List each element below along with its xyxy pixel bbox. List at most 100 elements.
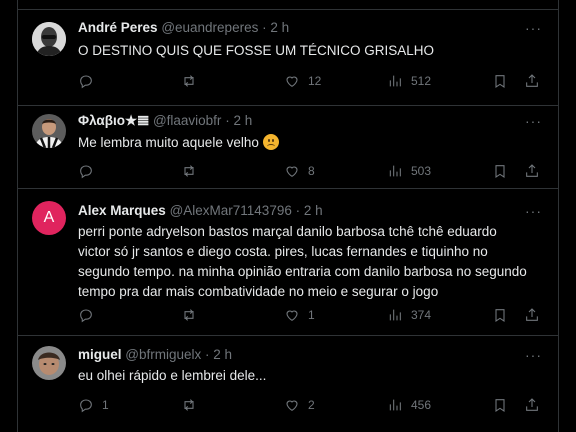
views-icon: [387, 163, 403, 179]
share-button[interactable]: [524, 162, 540, 180]
post-text: eu olhei rápido e lembrei dele...: [78, 368, 267, 383]
bookmark-icon: [492, 163, 508, 179]
post-actions: 1 2 456: [78, 396, 544, 414]
post-header: miguel @bfrmiguelx · 2 h ···: [78, 347, 550, 365]
heart-icon: [284, 73, 300, 89]
post-actions: 8 503: [78, 162, 544, 180]
repost-button[interactable]: [181, 306, 205, 324]
reply-icon: [78, 73, 94, 89]
repost-icon: [181, 397, 197, 413]
reply-button[interactable]: [78, 72, 102, 90]
like-count: 2: [308, 398, 315, 412]
bookmark-icon: [492, 397, 508, 413]
bookmark-icon: [492, 307, 508, 323]
separator-dot: ·: [205, 347, 210, 362]
author-handle[interactable]: @bfrmiguelx: [125, 347, 201, 362]
views-icon: [387, 397, 403, 413]
heart-icon: [284, 163, 300, 179]
separator-dot: ·: [262, 20, 267, 35]
more-icon[interactable]: ···: [525, 203, 542, 219]
reply-post-4[interactable]: miguel @bfrmiguelx · 2 h ··· eu olhei rá…: [18, 336, 558, 432]
avatar[interactable]: [32, 346, 66, 380]
post-actions: 1 374: [78, 306, 544, 324]
like-button[interactable]: 12: [284, 72, 321, 90]
author-handle[interactable]: @flaaviobfr: [153, 113, 221, 128]
reply-post-2[interactable]: Φλαβιο★𝌆 @flaaviobfr · 2 h ··· Me lembra…: [18, 106, 558, 189]
author-handle[interactable]: @AlexMar71143796: [170, 203, 292, 218]
repost-icon: [181, 307, 197, 323]
views-count: 456: [411, 398, 432, 412]
bookmark-button[interactable]: [492, 396, 508, 414]
timeline-column: André Peres @euandreperes · 2 h ··· O DE…: [17, 0, 559, 432]
post-time[interactable]: 2 h: [270, 20, 289, 35]
author-handle[interactable]: @euandreperes: [161, 20, 258, 35]
bookmark-icon: [492, 73, 508, 89]
share-button[interactable]: [524, 306, 540, 324]
post-header: André Peres @euandreperes · 2 h ···: [78, 20, 550, 38]
author-name[interactable]: André Peres: [78, 20, 158, 35]
post-header: Φλαβιο★𝌆 @flaaviobfr · 2 h ···: [78, 113, 550, 131]
avatar[interactable]: [32, 22, 66, 56]
reply-post-3[interactable]: A Alex Marques @AlexMar71143796 · 2 h ··…: [18, 189, 558, 336]
author-name[interactable]: Alex Marques: [78, 203, 166, 218]
reply-button[interactable]: 1: [78, 396, 109, 414]
views-button[interactable]: 374: [387, 306, 431, 324]
views-count: 512: [411, 74, 432, 88]
reply-button[interactable]: [78, 162, 102, 180]
share-icon: [524, 397, 540, 413]
more-icon[interactable]: ···: [525, 347, 542, 363]
repost-button[interactable]: [181, 396, 205, 414]
author-name[interactable]: Φλαβιο★𝌆: [78, 113, 149, 128]
bookmark-button[interactable]: [492, 162, 508, 180]
views-icon: [387, 307, 403, 323]
repost-button[interactable]: [181, 162, 205, 180]
reply-icon: [78, 163, 94, 179]
views-button[interactable]: 456: [387, 396, 431, 414]
more-icon[interactable]: ···: [525, 113, 542, 129]
repost-icon: [181, 73, 197, 89]
heart-icon: [284, 307, 300, 323]
user-avatar-icon: [32, 346, 66, 380]
post-header: Alex Marques @AlexMar71143796 · 2 h ···: [78, 203, 550, 221]
separator-dot: ·: [225, 113, 230, 128]
bookmark-button[interactable]: [492, 306, 508, 324]
user-avatar-icon: [32, 22, 66, 56]
share-button[interactable]: [524, 396, 540, 414]
avatar[interactable]: A: [32, 201, 66, 235]
like-count: 12: [308, 74, 322, 88]
author-name[interactable]: miguel: [78, 347, 122, 362]
post-time[interactable]: 2 h: [304, 203, 323, 218]
like-button[interactable]: 8: [284, 162, 315, 180]
post-time[interactable]: 2 h: [233, 113, 252, 128]
reply-post-1[interactable]: André Peres @euandreperes · 2 h ··· O DE…: [18, 10, 558, 106]
like-count: 1: [308, 308, 315, 322]
post-text: perri ponte adryelson bastos marçal dani…: [78, 224, 527, 299]
like-count: 8: [308, 164, 315, 178]
views-button[interactable]: 503: [387, 162, 431, 180]
views-count: 503: [411, 164, 432, 178]
post-text: Me lembra muito aquele velho: [78, 135, 259, 150]
like-button[interactable]: 1: [284, 306, 315, 324]
repost-icon: [181, 163, 197, 179]
views-count: 374: [411, 308, 432, 322]
views-icon: [387, 73, 403, 89]
share-icon: [524, 73, 540, 89]
share-icon: [524, 307, 540, 323]
reply-button[interactable]: [78, 306, 102, 324]
reply-icon: [78, 307, 94, 323]
avatar[interactable]: [32, 114, 66, 148]
share-icon: [524, 163, 540, 179]
reply-count: 1: [102, 398, 109, 412]
repost-button[interactable]: [181, 72, 205, 90]
user-avatar-icon: [32, 114, 66, 148]
bookmark-button[interactable]: [492, 72, 508, 90]
post-time[interactable]: 2 h: [213, 347, 232, 362]
share-button[interactable]: [524, 72, 540, 90]
separator-dot: ·: [295, 203, 301, 218]
views-button[interactable]: 512: [387, 72, 431, 90]
heart-icon: [284, 397, 300, 413]
post-text-container: Me lembra muito aquele velho: [78, 133, 544, 153]
post-actions: 12 512: [78, 72, 544, 90]
more-icon[interactable]: ···: [525, 20, 542, 36]
like-button[interactable]: 2: [284, 396, 315, 414]
